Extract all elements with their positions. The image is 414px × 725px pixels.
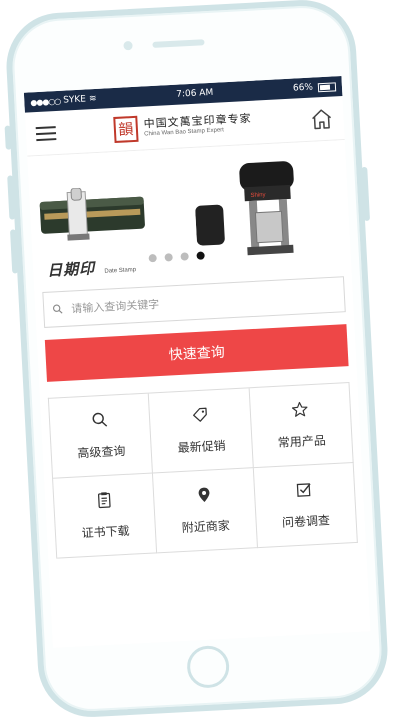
grid-item-label: 附近商家 [181, 518, 231, 536]
stamp-brand-text: Shiny [250, 192, 265, 199]
mute-switch [4, 125, 12, 150]
app-screen: ●●●○○ SYKE ≋ 7:06 AM 66% 韻 中国文萬宝印章专家 Chi… [23, 76, 371, 648]
home-icon[interactable] [309, 106, 334, 131]
brand-logo[interactable]: 韻 中国文萬宝印章专家 China Wan Bao Stamp Expert [113, 109, 252, 143]
carousel-dot[interactable] [180, 252, 189, 261]
search-icon [53, 304, 63, 314]
menu-icon[interactable] [35, 125, 57, 141]
feature-grid: 高级查询 最新促销 常用产品 证书下载 附近商家 问卷调查 [47, 382, 358, 559]
phone-frame: ●●●○○ SYKE ≋ 7:06 AM 66% 韻 中国文萬宝印章专家 Chi… [3, 0, 391, 720]
status-time: 7:06 AM [176, 87, 214, 100]
carousel-dot[interactable] [148, 253, 157, 263]
grid-item-label: 高级查询 [77, 443, 126, 461]
carrier-name: SYKE [62, 94, 87, 106]
battery-icon [317, 81, 337, 92]
quick-search-button[interactable]: 快速查询 [44, 324, 349, 382]
search-icon [92, 412, 107, 427]
banner-caption: 日期印 Date Stamp [47, 255, 137, 281]
device-mockup: ●●●○○ SYKE ≋ 7:06 AM 66% 韻 中国文萬宝印章专家 Chi… [0, 0, 414, 725]
search-box[interactable] [42, 276, 346, 328]
signal-icon: ●●●○○ [30, 96, 61, 107]
carousel-dot[interactable] [164, 253, 173, 262]
logo-seal: 韻 [113, 115, 139, 143]
grid-item-label: 问卷调查 [281, 513, 331, 530]
location-pin-icon [198, 487, 210, 503]
grid-item-label: 常用产品 [277, 433, 327, 450]
checkbox-icon [297, 483, 311, 497]
grid-item-certificate-download[interactable]: 证书下载 [53, 473, 158, 559]
carousel-pager [148, 251, 205, 263]
grid-item-promotions[interactable]: 最新促销 [149, 388, 254, 474]
self-inking-stamp-image: Shiny [195, 161, 294, 256]
grid-item-nearby-merchants[interactable]: 附近商家 [153, 468, 258, 554]
banner-carousel[interactable]: Shiny 日期印 Date Stamp [27, 139, 352, 285]
grid-item-common-products[interactable]: 常用产品 [249, 383, 354, 469]
carousel-dot-active[interactable] [196, 251, 205, 260]
banner-caption-cn: 日期印 [46, 259, 96, 280]
grid-item-advanced-search[interactable]: 高级查询 [48, 393, 154, 479]
grid-item-label: 证书下载 [81, 523, 130, 541]
star-icon [292, 401, 308, 417]
grid-item-survey[interactable]: 问卷调查 [253, 462, 358, 549]
battery-percent: 66% [292, 82, 314, 94]
banner-caption-en: Date Stamp [104, 267, 137, 275]
wifi-icon: ≋ [88, 93, 97, 105]
date-stamp-image [39, 187, 145, 241]
search-input[interactable] [68, 287, 337, 317]
grid-item-label: 最新促销 [177, 438, 226, 456]
tag-icon [193, 407, 207, 422]
clipboard-icon [97, 492, 111, 509]
